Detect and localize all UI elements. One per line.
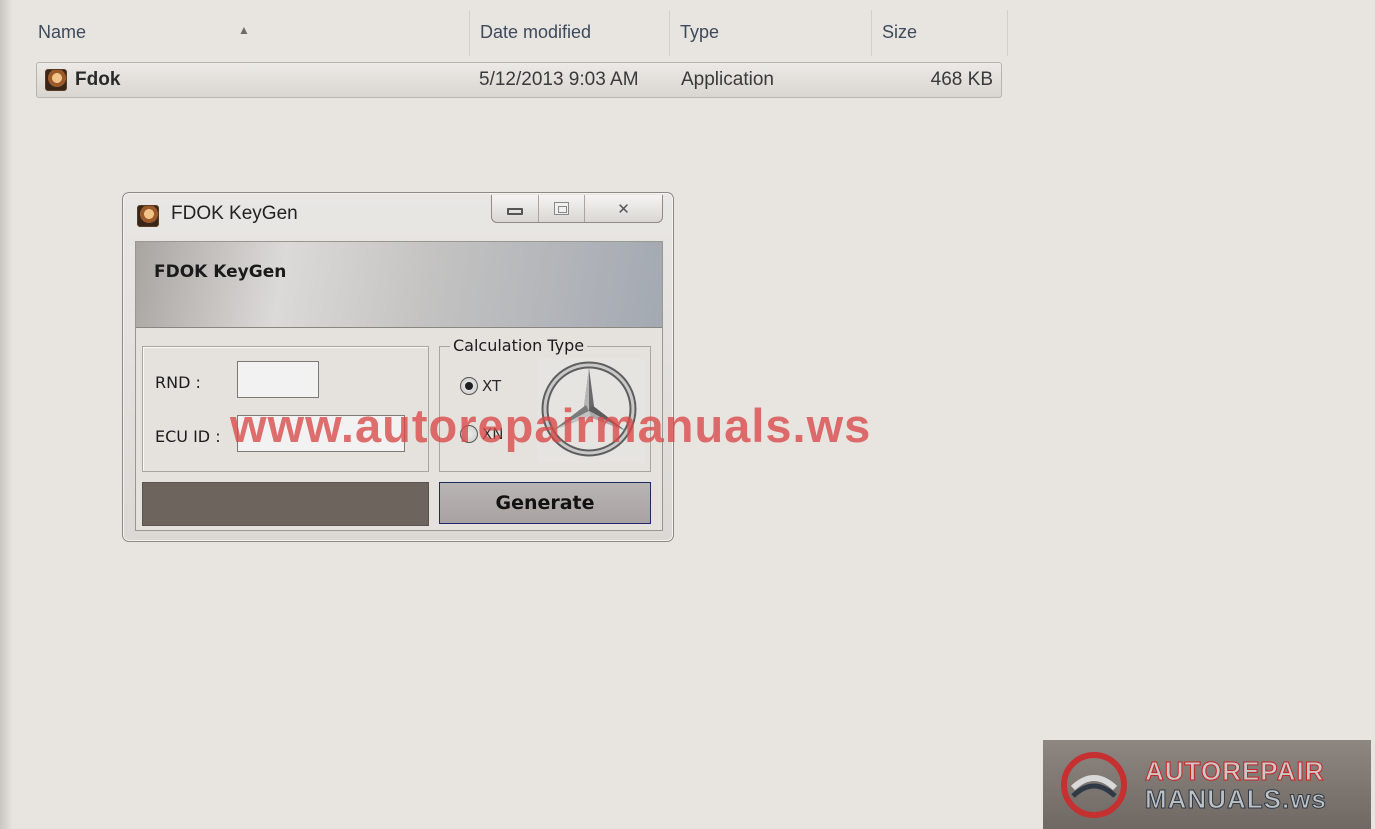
radio-checked-icon (460, 377, 478, 395)
file-name: Fdok (75, 69, 121, 90)
corner-watermark-bottom: MANUALS.ws (1145, 784, 1327, 815)
column-header-date-modified[interactable]: Date modified (470, 10, 670, 56)
file-date-modified: 5/12/2013 9:03 AM (479, 69, 639, 90)
maximize-button[interactable] (539, 195, 585, 222)
maximize-icon (554, 202, 569, 215)
window-controls: ✕ (491, 195, 663, 223)
minimize-button[interactable] (492, 195, 539, 222)
radio-option-xt[interactable]: XT (460, 377, 501, 395)
generate-button[interactable]: Generate (439, 482, 651, 524)
ecu-id-label: ECU ID : (155, 427, 221, 446)
corner-watermark-logo: AUTOREPAIR MANUALS.ws (1043, 740, 1371, 829)
keygen-app-icon (137, 205, 159, 227)
keygen-window: FDOK KeyGen ✕ FDOK KeyGen RND : ECU ID :… (122, 192, 674, 542)
minimize-icon (507, 208, 523, 215)
keygen-client-area: FDOK KeyGen RND : ECU ID : Calculation T… (135, 241, 663, 531)
watermark-text: www.autorepairmanuals.ws (230, 399, 872, 452)
close-icon: ✕ (617, 199, 630, 218)
banner-title: FDOK KeyGen (154, 262, 287, 282)
file-size: 468 KB (930, 69, 993, 90)
rnd-input[interactable] (237, 361, 319, 398)
file-row-fdok[interactable]: Fdok 5/12/2013 9:03 AM Application 468 K… (36, 62, 1002, 98)
close-button[interactable]: ✕ (585, 195, 662, 222)
sort-ascending-icon: ▲ (238, 23, 250, 37)
column-header-size[interactable]: Size (872, 10, 1008, 56)
file-list-header: Name ▲ Date modified Type Size (28, 10, 1008, 56)
column-header-name[interactable]: Name ▲ (28, 10, 470, 56)
window-left-edge (0, 0, 12, 829)
progress-bar (142, 482, 429, 526)
keygen-banner: FDOK KeyGen (136, 242, 662, 328)
window-title: FDOK KeyGen (171, 203, 298, 224)
calculation-type-legend: Calculation Type (450, 336, 588, 355)
corner-watermark-top: AUTOREPAIR (1145, 756, 1325, 787)
autorepair-emblem-icon (1061, 752, 1127, 818)
application-icon (45, 69, 67, 91)
column-header-type[interactable]: Type (670, 10, 872, 56)
keygen-titlebar[interactable]: FDOK KeyGen ✕ (123, 193, 673, 239)
rnd-label: RND : (155, 373, 201, 392)
file-type: Application (681, 69, 774, 90)
radio-label-xt: XT (482, 377, 502, 395)
